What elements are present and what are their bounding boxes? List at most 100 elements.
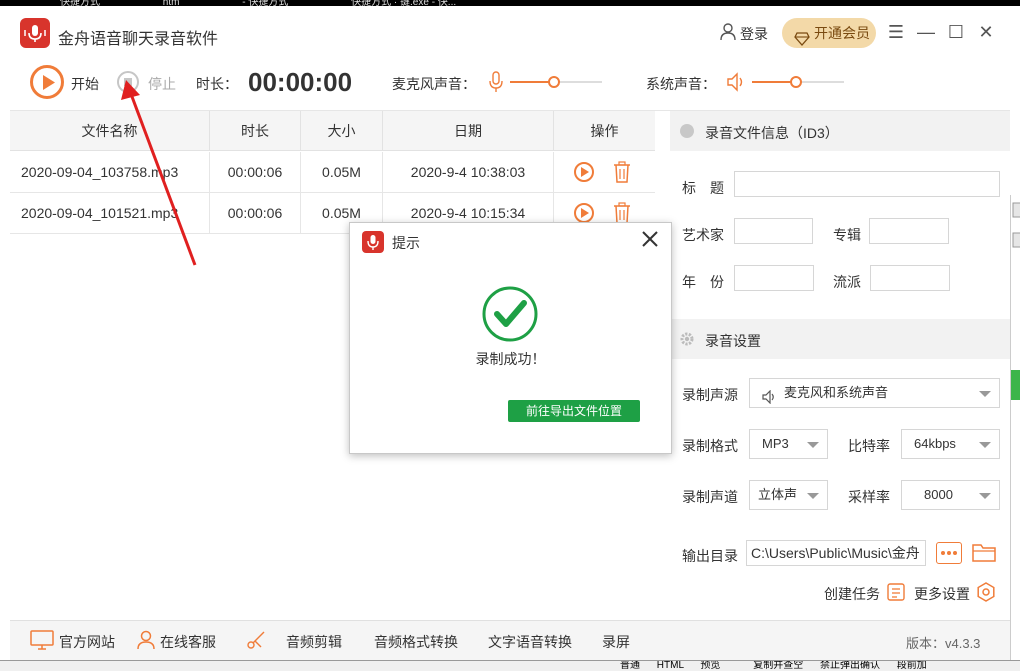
speaker-icon — [762, 386, 776, 414]
title-input[interactable] — [734, 171, 1000, 197]
background-window-edge — [1010, 195, 1020, 660]
menu-icon[interactable]: ☰ — [886, 20, 906, 44]
samplerate-select[interactable]: 8000 — [901, 480, 1000, 510]
monitor-icon[interactable] — [30, 630, 54, 653]
chevron-down-icon — [807, 493, 819, 499]
file-name: 2020-09-04_101521.mp3 — [10, 193, 210, 233]
maximize-button[interactable]: ☐ — [946, 20, 966, 44]
samplerate-value: 8000 — [924, 487, 953, 502]
screen-record-link[interactable]: 录屏 — [602, 632, 630, 652]
start-record-button[interactable] — [30, 65, 64, 99]
info-icon — [680, 124, 694, 138]
microphone-icon — [489, 71, 503, 96]
channel-select[interactable]: 立体声 — [749, 480, 828, 510]
mic-volume-knob[interactable] — [548, 76, 560, 88]
close-button[interactable]: ✕ — [976, 20, 996, 44]
checkbox-no-popup[interactable]: 禁止弹出确认 — [820, 660, 880, 671]
duration-label: 时长： — [196, 74, 238, 94]
version-label: 版本：v4.3.3 — [906, 633, 980, 652]
file-duration: 00:00:06 — [210, 152, 301, 192]
stop-icon — [124, 78, 132, 86]
system-volume-slider[interactable] — [752, 81, 844, 83]
record-settings-title: 录音设置 — [705, 331, 761, 351]
more-settings-button[interactable]: 更多设置 — [914, 584, 970, 604]
prompt-dialog: 提示 录制成功！ 前往导出文件位置 — [349, 222, 672, 454]
dialog-close-icon[interactable] — [638, 227, 662, 251]
background-taskbar-strip: 普通 HTML 预览 复制并查空 禁止弹出确认 段前加 — [0, 660, 1020, 671]
checkbox-copy[interactable]: 复制并查空 — [753, 660, 803, 671]
year-input[interactable] — [734, 265, 814, 291]
folder-icon[interactable] — [972, 542, 996, 565]
bitrate-select[interactable]: 64kbps — [901, 429, 1000, 459]
title-bar: 金舟语音聊天录音软件 登录 开通会员 ☰ — ☐ ✕ — [0, 6, 1010, 58]
trash-icon[interactable] — [613, 161, 631, 186]
toolbar: 开始 停止 时长： 00:00:00 麦克风声音： 系统声音： — [10, 58, 1010, 111]
vip-button[interactable]: 开通会员 — [782, 18, 876, 48]
column-header-filename[interactable]: 文件名称 — [10, 111, 210, 151]
source-select[interactable]: 麦克风和系统声音 — [749, 378, 1000, 408]
app-logo-icon — [20, 18, 50, 48]
user-icon[interactable] — [720, 23, 736, 44]
minimize-button[interactable]: — — [916, 20, 936, 44]
play-icon[interactable] — [574, 162, 594, 182]
create-task-button[interactable]: 创建任务 — [824, 584, 880, 604]
online-support-link[interactable]: 在线客服 — [160, 632, 216, 652]
format-select[interactable]: MP3 — [749, 429, 828, 459]
stop-record-button[interactable] — [117, 71, 139, 93]
play-icon[interactable] — [574, 203, 594, 223]
genre-label: 流派 — [833, 272, 861, 292]
artist-label: 艺术家 — [682, 225, 724, 245]
checkbox-indent[interactable]: 段前加 — [897, 660, 927, 671]
tab-normal[interactable]: 普通 — [620, 660, 640, 671]
genre-input[interactable] — [870, 265, 950, 291]
bitrate-label: 比特率 — [848, 436, 890, 456]
format-value: MP3 — [762, 436, 789, 451]
text-speech-link[interactable]: 文字语音转换 — [488, 632, 572, 652]
artist-input[interactable] — [734, 218, 813, 244]
stop-label[interactable]: 停止 — [148, 74, 176, 94]
chevron-down-icon — [979, 442, 991, 448]
album-label: 专辑 — [833, 225, 861, 245]
gear-icon — [679, 331, 695, 350]
support-user-icon[interactable] — [136, 630, 156, 653]
mic-volume-label: 麦克风声音： — [392, 74, 476, 94]
settings-gear-icon[interactable] — [976, 582, 996, 605]
scissors-icon[interactable] — [246, 630, 266, 653]
open-export-location-button[interactable]: 前往导出文件位置 — [508, 400, 640, 422]
file-duration: 00:00:06 — [210, 193, 301, 233]
source-value: 麦克风和系统声音 — [784, 385, 888, 400]
tab-preview[interactable]: 预览 — [700, 660, 720, 671]
system-volume-knob[interactable] — [790, 76, 802, 88]
audio-convert-link[interactable]: 音频格式转换 — [374, 632, 458, 652]
column-header-actions: 操作 — [554, 111, 655, 151]
task-list-icon[interactable] — [887, 583, 905, 604]
file-date: 2020-9-4 10:38:03 — [383, 152, 554, 192]
official-site-link[interactable]: 官方网站 — [59, 632, 115, 652]
year-label: 年 份 — [682, 272, 724, 292]
table-row[interactable]: 2020-09-04_103758.mp3 00:00:06 0.05M 202… — [10, 152, 655, 193]
more-options-icon[interactable] — [936, 542, 962, 564]
dialog-title: 提示 — [392, 233, 420, 253]
system-volume-label: 系统声音： — [646, 74, 716, 94]
output-dir-input[interactable]: C:\Users\Public\Music\金舟 — [746, 540, 926, 566]
id3-section-title: 录音文件信息（ID3） — [705, 123, 839, 143]
column-header-date[interactable]: 日期 — [383, 111, 554, 151]
audio-cut-link[interactable]: 音频剪辑 — [286, 632, 342, 652]
play-icon — [42, 75, 56, 90]
duration-value: 00:00:00 — [248, 67, 352, 98]
column-header-duration[interactable]: 时长 — [210, 111, 301, 151]
chevron-down-icon — [979, 391, 991, 397]
login-link[interactable]: 登录 — [740, 24, 768, 44]
file-size: 0.05M — [301, 152, 383, 192]
title-label: 标 题 — [682, 178, 724, 198]
dialog-message: 录制成功！ — [350, 349, 671, 369]
chevron-down-icon — [979, 493, 991, 499]
column-header-size[interactable]: 大小 — [301, 111, 383, 151]
start-label[interactable]: 开始 — [71, 74, 99, 94]
file-name: 2020-09-04_103758.mp3 — [10, 152, 210, 192]
channel-label: 录制声道 — [682, 487, 738, 507]
id3-section-header: 录音文件信息（ID3） — [670, 111, 1010, 151]
tab-html[interactable]: HTML — [657, 660, 684, 671]
album-input[interactable] — [869, 218, 949, 244]
mic-volume-slider[interactable] — [510, 81, 602, 83]
